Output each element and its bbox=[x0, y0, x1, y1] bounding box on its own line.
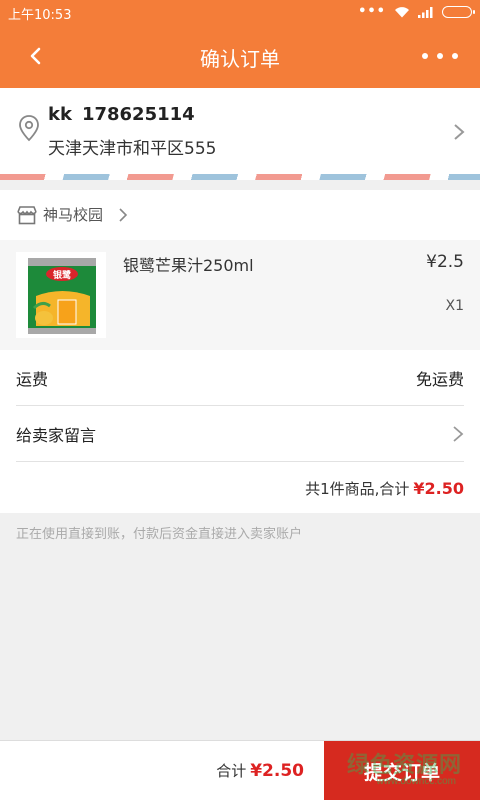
subtotal-amount: ¥2.50 bbox=[413, 479, 464, 498]
juice-can-image: 银鹭 bbox=[16, 252, 106, 338]
notification-dots-icon: ••• bbox=[358, 4, 386, 19]
product-price: ¥2.5 bbox=[426, 252, 464, 272]
shipping-address-card[interactable]: kk 178625114 天津天津市和平区555 bbox=[0, 88, 480, 174]
chevron-right-icon bbox=[454, 124, 465, 140]
wifi-icon bbox=[395, 6, 409, 17]
payment-notice: 正在使用直接到账，付款后资金直接进入卖家账户 bbox=[16, 527, 303, 542]
chevron-right-icon bbox=[453, 426, 464, 442]
order-subtotal-row: 共1件商品,合计 ¥2.50 bbox=[16, 462, 464, 513]
shipping-value: 免运费 bbox=[415, 370, 464, 389]
recipient-phone: 178625114 bbox=[81, 104, 195, 125]
location-pin-icon bbox=[19, 115, 39, 142]
status-icons: ••• bbox=[358, 4, 475, 19]
recipient-line: kk 178625114 bbox=[48, 104, 195, 125]
store-icon bbox=[17, 206, 37, 225]
battery-icon bbox=[442, 5, 475, 18]
seller-message-label: 给卖家留言 bbox=[16, 426, 97, 445]
status-time: 上午10:53 bbox=[8, 8, 72, 23]
top-nav-bar: 确认订单 bbox=[0, 24, 480, 88]
shipping-fee-row: 运费 免运费 bbox=[16, 350, 464, 406]
product-quantity: X1 bbox=[445, 298, 465, 314]
checkout-total-amount: ¥2.50 bbox=[250, 761, 304, 781]
subtotal-text: 共1件商品,合计 bbox=[305, 480, 410, 498]
chevron-right-icon bbox=[119, 208, 128, 222]
shop-header[interactable]: 神马校园 bbox=[0, 190, 480, 240]
recipient-name: kk bbox=[48, 104, 72, 125]
product-name: 银鹭芒果汁250ml bbox=[123, 256, 254, 275]
thumb-brand-text: 银鹭 bbox=[53, 269, 72, 281]
submit-order-button[interactable]: 提交订单 bbox=[324, 741, 480, 800]
seller-message-row[interactable]: 给卖家留言 bbox=[16, 406, 464, 462]
checkout-bar: 合计 ¥2.50 提交订单 bbox=[0, 740, 480, 800]
airmail-stripe-divider bbox=[0, 174, 480, 180]
address-detail: 天津天津市和平区555 bbox=[48, 139, 217, 159]
page-title: 确认订单 bbox=[200, 47, 280, 71]
signal-icon bbox=[418, 6, 433, 18]
shop-name: 神马校园 bbox=[43, 206, 104, 224]
checkout-total: 合计 ¥2.50 bbox=[216, 760, 304, 781]
checkout-total-label: 合计 bbox=[216, 762, 247, 780]
subtotal-summary: 共1件商品,合计 ¥2.50 bbox=[305, 478, 464, 499]
shipping-label: 运费 bbox=[16, 370, 49, 389]
more-dots-icon[interactable] bbox=[422, 42, 458, 70]
product-thumbnail: 银鹭 bbox=[16, 252, 106, 338]
order-details: 运费 免运费 给卖家留言 共1件商品,合计 ¥2.50 bbox=[0, 350, 480, 513]
status-bar: 上午10:53 ••• bbox=[0, 0, 480, 24]
order-item[interactable]: 银鹭 银鹭芒果汁250ml ¥2.5 X1 bbox=[0, 240, 480, 350]
